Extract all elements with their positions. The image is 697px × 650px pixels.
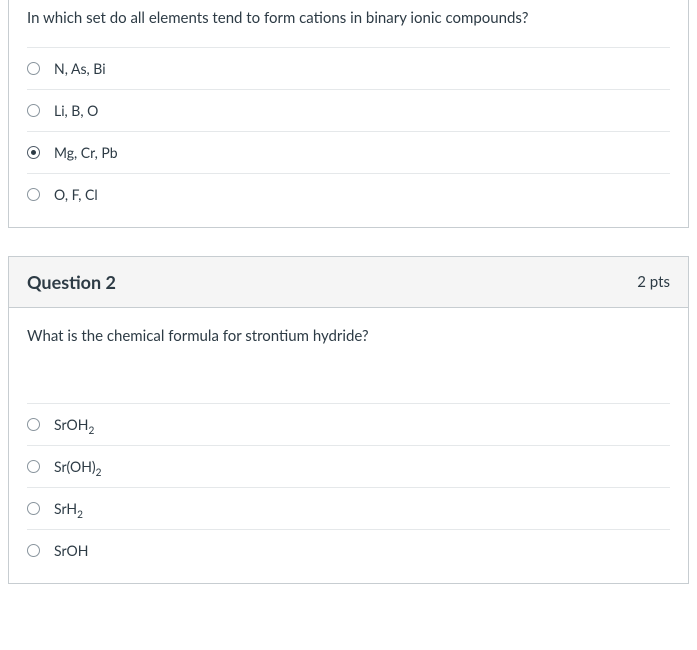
q2-option-3[interactable]: SrOH bbox=[27, 529, 670, 565]
q2-option-0[interactable]: SrOH2 bbox=[27, 403, 670, 445]
option-label: SrOH2 bbox=[54, 416, 94, 433]
option-label: SrH2 bbox=[54, 500, 83, 517]
q1-option-1[interactable]: Li, B, O bbox=[27, 89, 670, 131]
question-2-card: Question 2 2 pts What is the chemical fo… bbox=[8, 256, 689, 584]
q1-option-2[interactable]: Mg, Cr, Pb bbox=[27, 131, 670, 173]
q2-option-2[interactable]: SrH2 bbox=[27, 487, 670, 529]
option-label: Mg, Cr, Pb bbox=[54, 144, 118, 161]
radio-icon[interactable] bbox=[27, 104, 40, 117]
q1-option-0[interactable]: N, As, Bi bbox=[27, 47, 670, 89]
q1-option-3[interactable]: O, F, Cl bbox=[27, 173, 670, 209]
question-2-title: Question 2 bbox=[27, 271, 116, 293]
question-1-text: In which set do all elements tend to for… bbox=[9, 0, 688, 47]
question-2-text: What is the chemical formula for stronti… bbox=[9, 308, 688, 403]
radio-icon[interactable] bbox=[27, 62, 40, 75]
radio-icon[interactable] bbox=[27, 460, 40, 473]
option-label: N, As, Bi bbox=[54, 60, 106, 77]
radio-icon[interactable] bbox=[27, 188, 40, 201]
question-1-card: In which set do all elements tend to for… bbox=[8, 0, 689, 228]
question-2-options: SrOH2 Sr(OH)2 SrH2 SrOH bbox=[9, 403, 688, 583]
option-label: Sr(OH)2 bbox=[54, 458, 101, 475]
question-2-header: Question 2 2 pts bbox=[9, 257, 688, 308]
radio-icon[interactable] bbox=[27, 502, 40, 515]
option-label: O, F, Cl bbox=[54, 186, 98, 203]
option-label: SrOH bbox=[54, 542, 88, 559]
radio-icon[interactable] bbox=[27, 418, 40, 431]
q2-option-1[interactable]: Sr(OH)2 bbox=[27, 445, 670, 487]
question-2-points: 2 pts bbox=[637, 273, 670, 291]
radio-icon[interactable] bbox=[27, 146, 40, 159]
radio-icon[interactable] bbox=[27, 544, 40, 557]
question-1-options: N, As, Bi Li, B, O Mg, Cr, Pb O, F, Cl bbox=[9, 47, 688, 227]
option-label: Li, B, O bbox=[54, 102, 98, 119]
